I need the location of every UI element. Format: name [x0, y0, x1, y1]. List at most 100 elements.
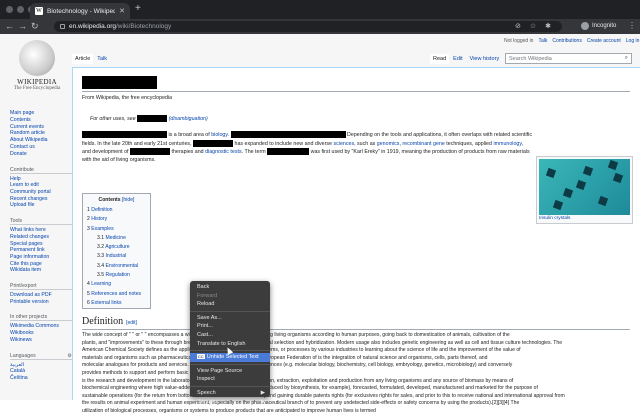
menu-item-inspect[interactable]: Inspect	[190, 375, 270, 384]
menu-item-unhide-selected-text[interactable]: CC Unhide Selected Text	[190, 353, 270, 362]
back-arrow-icon[interactable]: ←	[5, 20, 14, 33]
lead-paragraph: is a broad area of biology. Depending on…	[82, 131, 532, 164]
disambiguation-link[interactable]: (disambiguation)	[169, 116, 208, 122]
section-heading-definition: Definition [edit]	[82, 316, 137, 327]
sidebar-item-contact[interactable]: Contact us	[10, 144, 72, 151]
menu-item-save-as[interactable]: Save As...	[190, 314, 270, 323]
new-tab-button[interactable]: +	[135, 4, 141, 14]
close-window-button[interactable]	[6, 6, 13, 13]
eye-slash-icon[interactable]: ⊘	[515, 22, 521, 30]
sidebar-item-main-page[interactable]: Main page	[10, 110, 72, 117]
url-text: en.wikipedia.org/wiki/Biotechnology	[69, 23, 172, 30]
sidebar-item-learn-to-edit[interactable]: Learn to edit	[10, 182, 72, 189]
sidebar-item-help[interactable]: Help	[10, 176, 72, 183]
sidebar-item-lang-cs[interactable]: Čeština	[10, 375, 72, 382]
toc-item[interactable]: 3.4 Environmental	[87, 262, 146, 271]
toc-item[interactable]: 4 Learning	[87, 280, 146, 289]
menu-item-cast[interactable]: Cast...	[190, 331, 270, 340]
sidebar-item-current-events[interactable]: Current events	[10, 124, 72, 131]
puzzle-globe-icon	[19, 40, 55, 76]
sidebar-item-printable-version[interactable]: Printable version	[10, 299, 72, 306]
star-icon[interactable]: ☆	[530, 22, 536, 30]
menu-item-services[interactable]: Services ▶	[190, 398, 270, 407]
tab-view-history[interactable]: View history	[467, 54, 503, 64]
cc-extension-icon: CC	[197, 354, 205, 360]
incognito-icon	[581, 22, 589, 30]
forward-arrow-icon[interactable]: →	[18, 20, 27, 33]
login-link[interactable]: Log in	[626, 38, 640, 44]
wikipedia-page: WIKIPEDIA The Free Encyclopedia Not logg…	[0, 34, 640, 414]
reload-icon[interactable]: ↻	[31, 20, 39, 33]
menu-item-view-source[interactable]: View Page Source	[190, 367, 270, 376]
toc-item[interactable]: 3.3 Industrial	[87, 252, 146, 261]
sidebar-item-lang-ca[interactable]: Català	[10, 368, 72, 375]
sidebar-item-special-pages[interactable]: Special pages	[10, 241, 72, 248]
create-account-link[interactable]: Create account	[587, 38, 621, 44]
extension-puzzle-icon[interactable]: ✱	[545, 22, 551, 30]
view-tabs: Read Edit View history	[430, 54, 502, 64]
sidebar-item-random-article[interactable]: Random article	[10, 130, 72, 137]
menu-separator	[190, 385, 270, 387]
logo-tagline: The Free Encyclopedia	[13, 86, 61, 91]
toc-hide-toggle[interactable]: [hide]	[122, 197, 134, 203]
section-edit-link[interactable]: [edit]	[126, 320, 137, 326]
definition-paragraph: The wide concept of " " or " " encompass…	[82, 332, 565, 414]
contributions-link[interactable]: Contributions	[552, 38, 581, 44]
close-tab-icon[interactable]: ✕	[119, 7, 125, 15]
toc-item[interactable]: 6 External links	[87, 299, 146, 308]
sidebar-item-related-changes[interactable]: Related changes	[10, 234, 72, 241]
search-input[interactable]: Search Wikipedia ⌕	[505, 53, 632, 64]
menu-item-reload[interactable]: Reload	[190, 300, 270, 309]
browser-tab[interactable]: W Biotechnology - Wikipedia ✕	[30, 3, 130, 19]
sidebar-item-donate[interactable]: Donate	[10, 151, 72, 158]
sidebar-item-cite-this-page[interactable]: Cite this page	[10, 261, 72, 268]
article-content: From Wikipedia, the free encyclopedia Fo…	[72, 67, 640, 414]
tab-edit[interactable]: Edit	[450, 54, 465, 64]
sidebar-item-permanent-link[interactable]: Permanent link	[10, 247, 72, 254]
sidebar-item-commons[interactable]: Wikimedia Commons	[10, 323, 72, 330]
sidebar-item-upload-file[interactable]: Upload file	[10, 202, 72, 209]
browser-menu-icon[interactable]: ⋮	[628, 21, 636, 30]
talk-link[interactable]: Talk	[538, 38, 547, 44]
sidebar-item-download-pdf[interactable]: Download as PDF	[10, 292, 72, 299]
menu-item-back[interactable]: Back	[190, 283, 270, 292]
toc-item[interactable]: 5 References and notes	[87, 290, 146, 299]
address-bar[interactable]: en.wikipedia.org/wiki/Biotechnology	[54, 21, 562, 32]
sidebar-item-lang-ar[interactable]: العربية	[10, 362, 72, 369]
wikipedia-logo[interactable]: WIKIPEDIA The Free Encyclopedia	[12, 40, 62, 100]
toc-title: Contents [hide]	[98, 197, 135, 203]
menu-item-print[interactable]: Print...	[190, 322, 270, 331]
sidebar-heading-projects: In other projects	[10, 314, 72, 322]
minimize-window-button[interactable]	[17, 6, 24, 13]
title-divider	[82, 91, 630, 92]
not-logged-in: Not logged in	[504, 38, 534, 44]
wikipedia-favicon-icon: W	[35, 7, 43, 15]
sidebar-heading-languages: Languages ⚙	[10, 352, 72, 360]
sidebar-item-wikidata-item[interactable]: Wikidata item	[10, 267, 72, 274]
menu-item-speech[interactable]: Speech ▶	[190, 389, 270, 398]
sidebar-item-wikinews[interactable]: Wikinews	[10, 337, 72, 344]
sidebar-item-wikibooks[interactable]: Wikibooks	[10, 330, 72, 337]
toc-item[interactable]: 3.5 Regulation	[87, 271, 146, 280]
sidebar-item-about[interactable]: About Wikipedia	[10, 137, 72, 144]
sidebar-item-recent-changes[interactable]: Recent changes	[10, 196, 72, 203]
sidebar-item-contents[interactable]: Contents	[10, 117, 72, 124]
toc-item[interactable]: 3 Examples	[87, 225, 146, 234]
tab-read[interactable]: Read	[430, 54, 450, 64]
toc-item[interactable]: 1 Definition	[87, 206, 146, 215]
sidebar-item-community-portal[interactable]: Community portal	[10, 189, 72, 196]
incognito-badge[interactable]: Incognito	[581, 22, 616, 30]
sidebar-heading-tools: Tools	[10, 218, 72, 226]
toolbar-icons: ⊘ ☆ ✱	[515, 22, 551, 30]
sidebar-item-what-links-here[interactable]: What links here	[10, 227, 72, 234]
toc-item[interactable]: 3.1 Medicine	[87, 234, 146, 243]
infobox-image[interactable]: Insulin crystals	[536, 156, 633, 224]
tab-article[interactable]: Article	[72, 54, 94, 64]
tab-talk[interactable]: Talk	[94, 54, 110, 64]
sidebar-item-page-information[interactable]: Page information	[10, 254, 72, 261]
site-sub: From Wikipedia, the free encyclopedia	[82, 95, 173, 101]
sidebar: Main page Contents Current events Random…	[10, 110, 72, 382]
toc-item[interactable]: 3.2 Agriculture	[87, 243, 146, 252]
search-icon[interactable]: ⌕	[625, 55, 628, 62]
toc-item[interactable]: 2 History	[87, 215, 146, 224]
